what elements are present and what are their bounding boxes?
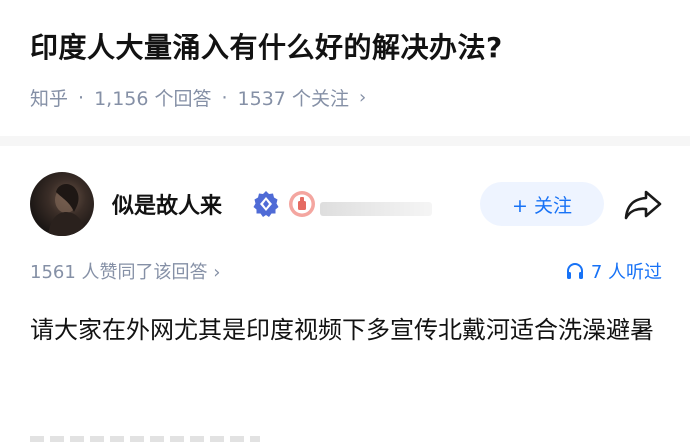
creator-badge-icon [289, 191, 315, 217]
question-title[interactable]: 印度人大量涌入有什么好的解决办法? [30, 26, 503, 66]
follower-count[interactable]: 1537 个关注 [238, 84, 349, 111]
likes-count[interactable]: 1561 人赞同了该回答 › [30, 258, 220, 284]
answer-count[interactable]: 1,156 个回答 [94, 84, 211, 111]
share-arrow-icon[interactable] [622, 186, 664, 222]
listeners-count: 7 人听过 [590, 262, 662, 283]
meta-separator: · [78, 86, 85, 109]
follow-button[interactable]: + 关注 [480, 182, 604, 226]
avatar[interactable] [30, 172, 94, 236]
chevron-right-icon[interactable]: › [359, 87, 366, 108]
question-meta: 知乎 · 1,156 个回答 · 1537 个关注 › [30, 84, 366, 111]
verified-badge-icon [253, 191, 279, 217]
section-divider [0, 136, 690, 146]
author-name[interactable]: 似是故人来 [112, 188, 222, 220]
blurred-info [320, 202, 432, 216]
footer-timestamp-cut [30, 432, 290, 442]
meta-separator: · [221, 86, 228, 109]
headphone-icon [566, 263, 583, 279]
source-label[interactable]: 知乎 [30, 84, 68, 111]
author-row: 似是故人来 + 关注 [30, 172, 670, 236]
listen-button[interactable]: 7 人听过 [565, 258, 662, 284]
answer-body[interactable]: 请大家在外网尤其是印度视频下多宣传北戴河适合洗澡避暑 [30, 306, 660, 354]
